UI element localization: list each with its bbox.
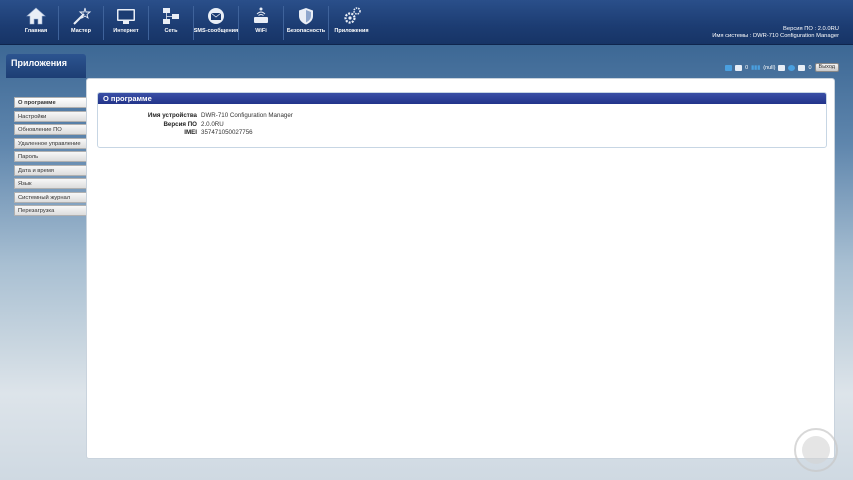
nav-label: Главная	[24, 28, 48, 34]
sidebar-item-password[interactable]: Пароль	[14, 151, 90, 162]
monitor-icon	[115, 6, 137, 26]
nav-home[interactable]: Главная	[14, 6, 59, 40]
mail-icon	[735, 64, 743, 71]
info-key: IMEI	[184, 129, 197, 136]
section-title: Приложения	[6, 54, 86, 78]
info-key: Имя устройства	[147, 112, 197, 119]
signal-icon: ▮▮▮	[751, 64, 761, 71]
panel-title: О программе	[98, 93, 826, 104]
nav-security[interactable]: Безопасность	[284, 6, 329, 40]
info-value: 2.0.0RU	[201, 120, 224, 128]
logout-button[interactable]: Выход	[814, 63, 839, 72]
watermark-logo-icon	[793, 427, 839, 473]
device-info: Имя устройства DWR-710 Configuration Man…	[98, 112, 826, 138]
nav-network[interactable]: Сеть	[149, 6, 194, 40]
sidebar-item-firmware-update[interactable]: Обновление ПО	[14, 124, 90, 135]
system-name-text: Имя системы : DWR-710 Configuration Mana…	[712, 33, 839, 39]
nav-wizard[interactable]: Мастер	[59, 6, 104, 40]
sidebar-item-settings[interactable]: Настройки	[14, 110, 90, 122]
globe-icon	[788, 64, 796, 71]
sidebar-item-date-time[interactable]: Дата и время	[14, 164, 90, 176]
sidebar-item-language[interactable]: Язык	[14, 178, 90, 189]
info-key: Версия ПО	[163, 120, 197, 128]
sim-icon	[778, 64, 786, 71]
about-panel: О программе Имя устройства DWR-710 Confi…	[97, 92, 827, 148]
signal-text: (null)	[763, 64, 776, 71]
system-info: Версия ПО : 2.0.0RU Имя системы : DWR-71…	[712, 26, 839, 40]
nav-label: Сеть	[164, 28, 178, 34]
content-area: О программе Имя устройства DWR-710 Confi…	[86, 78, 835, 459]
nav-wifi[interactable]: WiFi	[239, 6, 284, 40]
gears-icon	[341, 6, 363, 26]
info-value: DWR-710 Configuration Manager	[201, 112, 293, 119]
sidebar-item-about[interactable]: О программе	[14, 97, 90, 108]
sms-count: 0	[808, 64, 812, 71]
nav-label: Приложения	[334, 28, 369, 34]
network-icon	[160, 6, 182, 26]
firmware-version-text: Версия ПО : 2.0.0RU	[783, 26, 839, 32]
sidebar-item-remote-management[interactable]: Удаленное управление	[14, 137, 90, 149]
envelope-icon	[205, 6, 227, 26]
main-nav: Главная Мастер Интернет Сеть SMS-сообщен…	[14, 6, 374, 40]
info-value: 357471050027756	[201, 129, 253, 136]
sms-icon	[798, 64, 806, 71]
nav-internet[interactable]: Интернет	[104, 6, 149, 40]
sidebar-item-reboot[interactable]: Перезагрузка	[14, 205, 90, 216]
mail-count: 0	[745, 64, 749, 71]
nav-label: Мастер	[71, 28, 91, 34]
nav-label: Интернет	[113, 28, 139, 34]
sidebar-item-system-log[interactable]: Системный журнал	[14, 191, 90, 203]
info-row: IMEI 357471050027756	[98, 129, 826, 138]
status-bar: 0 ▮▮▮ (null) 0 Выход	[725, 63, 839, 72]
info-row: Имя устройства DWR-710 Configuration Man…	[98, 112, 826, 121]
wifi-router-icon	[250, 6, 272, 26]
nav-label: WiFi	[255, 28, 267, 34]
nav-sms[interactable]: SMS-сообщения	[194, 6, 239, 40]
sidebar-menu: О программе Настройки Обновление ПО Удал…	[14, 97, 90, 219]
info-row: Версия ПО 2.0.0RU	[98, 121, 826, 130]
top-navigation-bar: Главная Мастер Интернет Сеть SMS-сообщен…	[0, 0, 853, 45]
nav-label: Безопасность	[286, 28, 326, 34]
nav-label: SMS-сообщения	[193, 28, 239, 34]
shield-icon	[295, 6, 317, 26]
wand-icon	[70, 6, 92, 26]
home-icon	[25, 6, 47, 26]
connection-icon	[725, 64, 733, 71]
nav-applications[interactable]: Приложения	[329, 6, 374, 40]
